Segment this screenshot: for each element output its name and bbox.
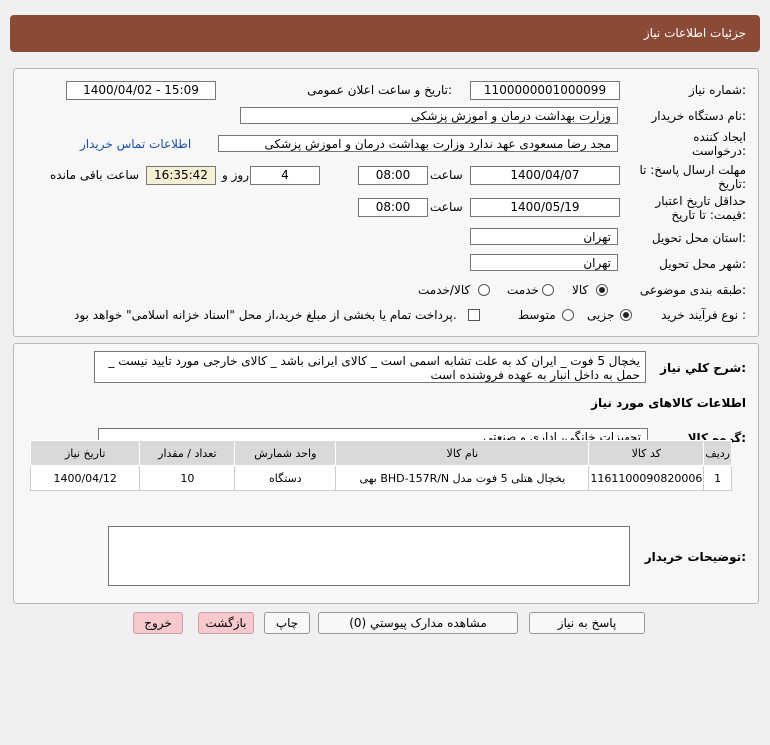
items-table: ردیف کد کالا نام کالا واحد شمارش تعداد /… [29,440,732,491]
need-number-label: شماره نیاز: [688,83,746,97]
col-name: نام کالا [335,440,590,466]
contact-buyer-link[interactable]: اطلاعات تماس خریدار [80,137,191,151]
remaining-label: ساعت باقی مانده [50,168,140,182]
cell-unit: دستگاه [234,465,337,491]
page-header: جزئیات اطلاعات نیاز [10,15,760,52]
category-radio-service[interactable] [542,284,554,296]
process-option-medium: متوسط [518,308,556,322]
reply-button[interactable]: پاسخ به نیاز [529,612,645,634]
buyer-org-field: وزارت بهداشت درمان و اموزش پزشکی [240,107,618,124]
exit-button[interactable]: خروج [133,612,183,634]
cell-row: 1 [703,465,732,491]
cell-name: یخچال هتلی 5 فوت مدل BHD-157R/N بهی [335,465,590,491]
province-label: استان محل تحویل: [651,231,746,245]
days-field: 4 [250,166,320,185]
col-row: ردیف [703,440,732,466]
category-option-goods: کالا [572,283,589,297]
page-title: جزئیات اطلاعات نیاز [643,26,746,40]
city-field: تهران [470,254,618,271]
cell-code: 1161100090820006 [588,465,705,491]
payment-note: پرداخت تمام یا بخشی از مبلغ خرید،از محل … [74,308,457,322]
need-number-field: 1100000001000099 [470,81,620,100]
creator-label-text: ایجاد کننده درخواست: [692,130,746,158]
reply-date-field: 1400/04/07 [470,166,620,185]
treasury-payment-checkbox[interactable] [468,309,480,321]
category-option-service: خدمت [507,283,539,297]
announce-field: 1400/04/02 - 15:09 [66,81,216,100]
buyer-org-label: نام دستگاه خریدار: [651,109,747,123]
category-label: طبقه بندی موضوعی: [639,283,746,297]
process-label: نوع فرآیند خرید : [661,308,746,322]
col-date: تاریخ نیاز [29,440,141,466]
description-box: یخچال 5 فوت _ ایران کد به علت تشابه اسمی… [94,351,646,383]
buyer-notes-label: توضیحات خریدار: [644,550,746,564]
description-label: شرح کلي نياز: [660,361,746,375]
category-radio-goods[interactable] [596,284,608,296]
reply-time-field: 08:00 [358,166,428,185]
cell-date: 1400/04/12 [29,465,141,491]
cell-qty: 10 [139,465,236,491]
table-row: 1 1161100090820006 یخچال هتلی 5 فوت مدل … [29,465,732,491]
city-label: شهر محل تحویل: [659,257,746,271]
category-option-both: کالا/خدمت [418,283,471,297]
col-qty: تعداد / مقدار [139,440,236,466]
days-label: روز و [222,168,249,182]
goods-section-title: اطلاعات کالاهای مورد نیاز [591,396,746,410]
process-radio-small[interactable] [620,309,632,321]
back-button[interactable]: بازگشت [198,612,254,634]
remaining-time-field: 16:35:42 [146,166,216,185]
print-button[interactable]: چاپ [264,612,310,634]
process-option-small: جزیی [587,308,615,322]
reply-deadline-label: مهلت ارسال پاسخ: تا تاریخ: [636,163,746,191]
validity-time-field: 08:00 [358,198,428,217]
col-code: کد کالا [588,440,705,466]
description-text: یخچال 5 فوت _ ایران کد به علت تشابه اسمی… [108,354,640,382]
col-unit: واحد شمارش [234,440,337,466]
validity-label-text: حداقل تاریخ اعتبار قیمت: تا تاریخ: [655,194,746,222]
reply-deadline-label-text: مهلت ارسال پاسخ: تا تاریخ: [639,163,746,191]
province-field: تهران [470,228,618,245]
category-radio-both[interactable] [478,284,490,296]
attachments-button[interactable]: مشاهده مدارک پیوستي (0) [318,612,518,634]
reply-time-label: ساعت [430,168,463,182]
creator-label: ایجاد کننده درخواست: [651,130,746,158]
creator-field: مجد رضا مسعودی عهد ندارد وزارت بهداشت در… [218,135,618,152]
validity-label: حداقل تاریخ اعتبار قیمت: تا تاریخ: [636,194,746,222]
items-table-header: ردیف کد کالا نام کالا واحد شمارش تعداد /… [29,440,732,466]
announce-label: تاریخ و ساعت اعلان عمومی: [307,83,452,97]
process-radio-medium[interactable] [562,309,574,321]
validity-date-field: 1400/05/19 [470,198,620,217]
validity-time-label: ساعت [430,200,463,214]
buyer-notes-box [108,526,630,586]
